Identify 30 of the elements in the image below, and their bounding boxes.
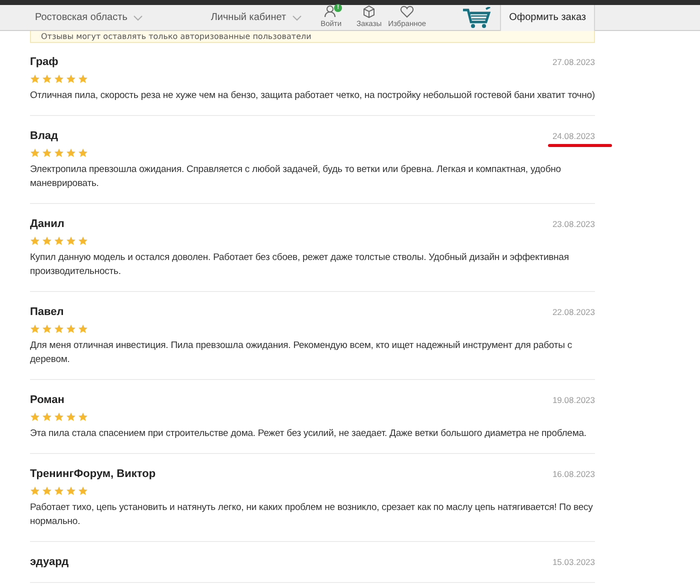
review-text: Для меня отличная инвестиция. Пила превзошла ожидания. Рекомендую всем, кто ищет надежный инструмент для работы с деревом. xyxy=(30,339,573,367)
review-author: ТренингФорум, Виктор xyxy=(30,466,156,482)
chevron-icon xyxy=(133,14,144,20)
review-date: 27.08.2023 xyxy=(552,56,595,68)
review-text: Эта пила стала спасением при строительстве дома. Режет без усилий, не заедает. Даже ветки большого диаметра не проблема. xyxy=(30,427,588,441)
heart-icon xyxy=(400,5,414,18)
chevron-icon xyxy=(292,14,302,20)
review-text: Купил данную модель и остался доволен. Работает без сбоев, режет даже толстые стволы. Удобный дизайн и эффективная производительность. xyxy=(30,251,570,279)
checkout-button[interactable]: Оформить заказ xyxy=(500,4,595,30)
box-icon xyxy=(362,5,376,18)
review-author: Граф xyxy=(30,54,58,70)
review-date: 24.08.2023 xyxy=(552,130,595,142)
review-author: Влад xyxy=(30,128,58,144)
review-author: Данил xyxy=(30,216,64,232)
review-date: 16.08.2023 xyxy=(552,468,595,480)
review-date: 22.08.2023 xyxy=(552,306,595,318)
review-date: 23.08.2023 xyxy=(552,218,595,230)
notice-banner: Отзывы могут оставлять только авторизованные пользователи xyxy=(30,31,595,43)
user-icon xyxy=(324,5,338,18)
review-date: 19.08.2023 xyxy=(552,394,595,406)
review-author: эдуард xyxy=(30,554,69,570)
account-menu[interactable]: Личный кабинет xyxy=(210,10,286,25)
region-selector[interactable]: Ростовская область xyxy=(35,10,128,25)
review-author: Павел xyxy=(30,304,64,320)
review-text: Электропила превзошла ожидания. Справляется с любой задачей, будь то ветки или бревна. Легкая и компактная, удобно маневрировать. xyxy=(30,163,562,191)
review-text: Отличная пила, скорость реза не хуже чем на бензо, защита работает четко, на постройку небольшой гостевой бани хватит точно) xyxy=(30,89,595,103)
review-date: 15.03.2023 xyxy=(552,556,595,568)
review-text: Работает тихо, цепь установить и натянуть легко, ни каких проблем не возникло, срезает как по маслу цепь натягивается! По весу нормально. xyxy=(30,501,594,529)
cart-icon[interactable] xyxy=(462,6,492,28)
review-author: Роман xyxy=(30,392,64,408)
